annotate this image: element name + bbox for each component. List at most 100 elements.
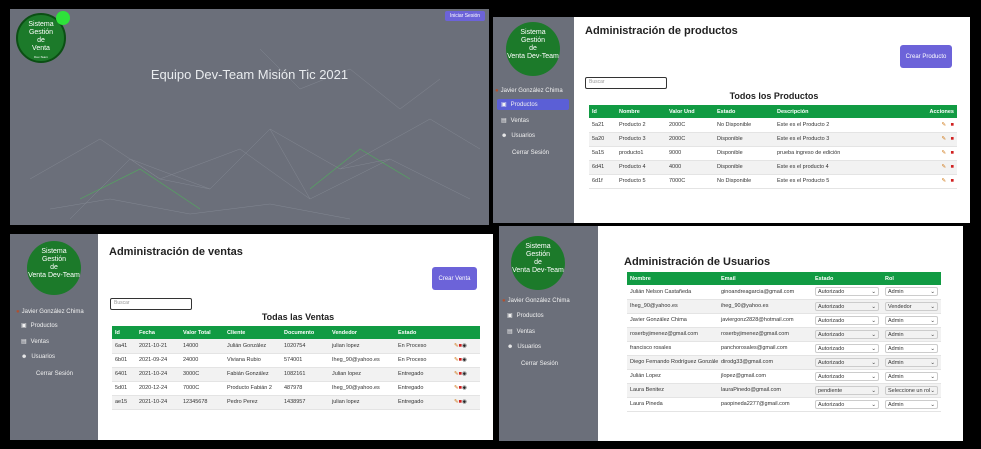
- select-value: pendiente: [818, 387, 843, 394]
- cell-client: Julián González: [224, 339, 281, 354]
- edit-icon[interactable]: ✎: [941, 164, 946, 170]
- logout-link[interactable]: Cerrar Sesión: [36, 371, 73, 377]
- edit-icon[interactable]: ✎: [941, 136, 946, 142]
- cell-id: 6a41: [112, 339, 136, 354]
- cell-status: No Disponible: [714, 174, 774, 189]
- sidebar-item-ventas[interactable]: ▤ Ventas: [497, 115, 569, 126]
- logo-line: Gestión: [520, 37, 546, 44]
- sidebar-item-usuarios[interactable]: ☻ Usuarios: [497, 131, 569, 141]
- column-header: Acciones: [905, 105, 957, 118]
- sidebar-item-ventas[interactable]: ▤ Ventas: [17, 336, 95, 347]
- cell-client: Viviana Rubio: [224, 353, 281, 368]
- select-value: Admin: [888, 317, 904, 324]
- products-panel: Sistema Gestión de Venta Dev-Team Javier…: [493, 17, 970, 223]
- cell-status: Autorizado ⌄: [812, 285, 882, 300]
- sidebar-item-usuarios[interactable]: ☻ Usuarios: [503, 342, 593, 352]
- cart-icon: ▤: [21, 339, 27, 345]
- edit-icon[interactable]: ✎: [941, 122, 946, 128]
- role-select[interactable]: Seleccione un rol ⌄: [885, 385, 938, 395]
- status-select[interactable]: Autorizado ⌄: [815, 371, 879, 381]
- box-icon: ▣: [507, 313, 513, 319]
- role-select[interactable]: Admin ⌄: [885, 371, 938, 381]
- eye-icon[interactable]: ◉: [462, 399, 467, 405]
- status-select[interactable]: Autorizado ⌄: [815, 357, 879, 367]
- sidebar-item-usuarios[interactable]: ☻ Usuarios: [17, 352, 95, 362]
- cell-seller: Iheg_90@yahoo.es: [329, 353, 395, 368]
- cell-role: Seleccione un rol ⌄: [882, 383, 941, 398]
- sidebar-item-productos[interactable]: ▣ Productos: [497, 99, 569, 110]
- chevron-down-icon: ⌄: [871, 331, 876, 338]
- table-row: 6b01 2021-09-24 24000 Viviana Rubio 574001 Ih…: [112, 353, 480, 368]
- eye-icon[interactable]: ◉: [462, 343, 467, 349]
- chevron-down-icon: ⌄: [871, 373, 876, 380]
- role-select[interactable]: Admin ⌄: [885, 315, 938, 325]
- sales-panel: Sistema Gestión de Venta Dev-Team Javier…: [10, 234, 493, 440]
- chevron-down-icon: ⌄: [871, 359, 876, 366]
- cell-email: lauraPinedo@gmail.com: [718, 383, 812, 398]
- logout-link[interactable]: Cerrar Sesión: [521, 361, 558, 367]
- eye-icon[interactable]: ◉: [462, 371, 467, 377]
- cell-date: 2021-09-24: [136, 353, 180, 368]
- status-select[interactable]: Autorizado ⌄: [815, 343, 879, 353]
- trash-icon[interactable]: ■: [951, 136, 954, 142]
- cell-status: Autorizado ⌄: [812, 369, 882, 384]
- sidebar-nav: ▣ Productos ▤ Ventas ☻ Usuarios: [17, 320, 95, 367]
- cell-id: 6d1f: [589, 174, 616, 189]
- chevron-down-icon: ⌄: [930, 373, 935, 380]
- page-title: Administración de ventas: [109, 246, 243, 258]
- trash-icon[interactable]: ■: [951, 164, 954, 170]
- chevron-down-icon: ⌄: [930, 387, 935, 394]
- cell-email: ginoandreagarcia@gmail.com: [718, 285, 812, 300]
- role-select[interactable]: Admin ⌄: [885, 399, 938, 409]
- login-button[interactable]: Iniciar Sesión: [444, 11, 485, 21]
- role-select[interactable]: Admin ⌄: [885, 287, 938, 297]
- column-header: Rol: [882, 272, 941, 285]
- role-select[interactable]: Admin ⌄: [885, 357, 938, 367]
- chevron-down-icon: ⌄: [930, 345, 935, 352]
- column-header: Vendedor: [329, 326, 395, 339]
- chevron-down-icon: ⌄: [930, 289, 935, 296]
- trash-icon[interactable]: ■: [951, 150, 954, 156]
- sidebar-item-productos[interactable]: ▣ Productos: [503, 310, 593, 321]
- status-select[interactable]: Autorizado ⌄: [815, 315, 879, 325]
- search-input[interactable]: Buscar: [585, 77, 667, 89]
- cell-value: 7000C: [666, 174, 714, 189]
- table-row: Laura Pineda paopineda2277@gmail.com Autor…: [627, 397, 941, 412]
- eye-icon[interactable]: ◉: [462, 357, 467, 363]
- products-table: Id Nombre Valor Und Estado Descripción A…: [589, 105, 957, 189]
- edit-icon[interactable]: ✎: [941, 150, 946, 156]
- user-name: Javier González Chima: [495, 88, 563, 94]
- select-value: Autorizado: [818, 317, 845, 324]
- cell-name: francisco rosales: [627, 341, 718, 356]
- column-header: Estado: [812, 272, 882, 285]
- create-sale-button[interactable]: Crear Venta: [432, 267, 477, 290]
- cell-name: Laura Pineda: [627, 397, 718, 412]
- create-product-button[interactable]: Crear Producto: [900, 45, 952, 68]
- status-select[interactable]: pendiente ⌄: [815, 385, 879, 395]
- status-select[interactable]: Autorizado ⌄: [815, 287, 879, 297]
- search-input[interactable]: Buscar: [110, 298, 192, 310]
- eye-icon[interactable]: ◉: [462, 385, 467, 391]
- role-select[interactable]: Vendedor ⌄: [885, 301, 938, 311]
- status-select[interactable]: Autorizado ⌄: [815, 301, 879, 311]
- trash-icon[interactable]: ■: [951, 122, 954, 128]
- status-select[interactable]: Autorizado ⌄: [815, 399, 879, 409]
- trash-icon[interactable]: ■: [951, 178, 954, 184]
- cell-status: Autorizado ⌄: [812, 341, 882, 356]
- page-title: Administración de productos: [585, 25, 738, 37]
- chevron-down-icon: ⌄: [930, 401, 935, 408]
- edit-icon[interactable]: ✎: [941, 178, 946, 184]
- role-select[interactable]: Admin ⌄: [885, 343, 938, 353]
- logo-line: Venta: [28, 272, 47, 279]
- cell-status: Disponible: [714, 132, 774, 147]
- table-row: Laura Benitez lauraPinedo@gmail.com pendie…: [627, 383, 941, 398]
- sidebar-item-ventas[interactable]: ▤ Ventas: [503, 326, 593, 337]
- chevron-down-icon: ⌄: [871, 345, 876, 352]
- status-select[interactable]: Autorizado ⌄: [815, 329, 879, 339]
- cell-email: paopineda2277@gmail.com: [718, 397, 812, 412]
- logout-link[interactable]: Cerrar Sesión: [512, 150, 549, 156]
- role-select[interactable]: Admin ⌄: [885, 329, 938, 339]
- sidebar-item-productos[interactable]: ▣ Productos: [17, 320, 95, 331]
- sidebar-item-label: Usuarios: [31, 354, 56, 360]
- column-header: Nombre: [616, 105, 666, 118]
